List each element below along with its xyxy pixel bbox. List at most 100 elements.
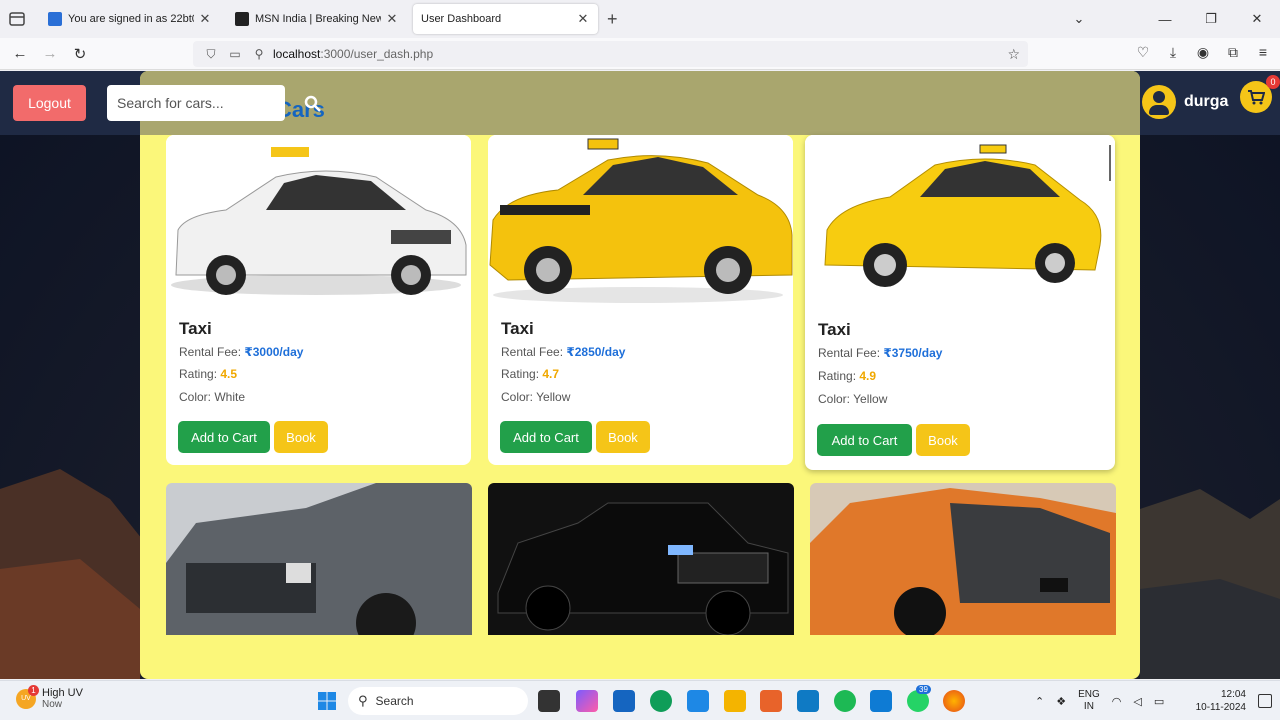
edge-icon[interactable] [650, 690, 672, 712]
window-controls: ⌄ — ❐ ✕ [1056, 0, 1280, 38]
region-code: IN [1083, 701, 1094, 712]
store-icon[interactable] [613, 690, 635, 712]
toolbar-icons: ♡ ⤓ ◉ ⧉ ≡ [1134, 44, 1272, 61]
minimize-icon[interactable]: — [1142, 12, 1188, 27]
messenger-app-icon[interactable] [797, 690, 819, 712]
permissions-icon[interactable]: ⚲ [249, 47, 269, 61]
rental-fee: Rental Fee: ₹3000/day [179, 345, 303, 359]
address-bar[interactable]: ⛉ ▭ ⚲ localhost:3000/user_dash.php ☆ [193, 41, 1028, 67]
color-value: Yellow [853, 392, 888, 406]
weather-badge: 1 [28, 684, 39, 696]
download-icon[interactable]: ⤓ [1164, 44, 1182, 61]
bookmark-star-icon[interactable]: ☆ [1007, 46, 1020, 63]
weather-widget[interactable]: UV 1 High UV Now [16, 684, 83, 710]
cars-panel: Cars Taxi Rental Fee: ₹3000/day Rating: … [140, 71, 1140, 679]
notification-icon[interactable] [1258, 694, 1272, 708]
search-icon: ⚲ [358, 693, 368, 708]
rating-value: 4.5 [220, 367, 238, 381]
book-button[interactable]: Book [274, 421, 328, 453]
back-arrow-icon[interactable]: ← [10, 45, 30, 62]
restore-icon[interactable]: ❐ [1188, 11, 1234, 27]
book-button[interactable]: Book [916, 424, 970, 456]
car-name: Taxi [818, 320, 851, 339]
rating-label: Rating: [818, 369, 857, 383]
tab-close-icon[interactable]: ✕ [576, 11, 590, 27]
rental-fee-value: ₹3750/day [883, 346, 943, 360]
tab-favicon-icon [235, 12, 249, 26]
car-color: Color: Yellow [818, 392, 887, 406]
scrollbar-thumb[interactable] [1109, 145, 1111, 181]
car-card: Taxi Rental Fee: ₹3000/day Rating: 4.5 C… [166, 135, 471, 465]
tab-close-icon[interactable]: ✕ [385, 11, 399, 27]
tab-signed-in[interactable]: You are signed in as 22bt067 ✕ [40, 4, 220, 34]
add-to-cart-button[interactable]: Add to Cart [817, 424, 912, 456]
clock[interactable]: 12:04 10-11-2024 [1192, 688, 1246, 714]
tab-title: You are signed in as 22bt067 [68, 13, 194, 25]
add-to-cart-button[interactable]: Add to Cart [500, 421, 592, 453]
reload-icon[interactable]: ↻ [70, 45, 90, 63]
weather-subtitle: Now [42, 699, 63, 710]
xampp-icon[interactable] [760, 690, 782, 712]
color-value: White [214, 390, 246, 404]
taskbar-search[interactable]: ⚲ Search [348, 687, 528, 715]
task-view-icon[interactable] [538, 690, 560, 712]
pocket-icon[interactable]: ♡ [1134, 44, 1152, 61]
windows-taskbar: UV 1 High UV Now ⚲ Search 39 ⌃ ❖ ENG IN … [0, 680, 1280, 720]
tray-overflow-chevron-icon[interactable]: ⌃ [1035, 695, 1044, 708]
new-tab-button[interactable]: + [607, 9, 618, 30]
windows-start-icon[interactable] [317, 691, 337, 711]
logout-button[interactable]: Logout [13, 85, 86, 121]
battery-icon[interactable]: ▭ [1154, 695, 1164, 708]
rating-value: 4.7 [542, 367, 560, 381]
search-input[interactable] [107, 85, 285, 121]
rental-fee-label: Rental Fee: [501, 345, 564, 359]
rental-fee-label: Rental Fee: [179, 345, 242, 359]
file-explorer-icon[interactable] [724, 690, 746, 712]
user-name[interactable]: durga [1184, 93, 1228, 111]
tab-title: User Dashboard [421, 13, 502, 25]
wifi-icon[interactable]: ◠ [1112, 695, 1122, 708]
system-tray: ⌃ ❖ ENG IN ◠ ◁ ▭ [1035, 681, 1164, 720]
menu-icon[interactable]: ≡ [1254, 44, 1272, 61]
color-value: Yellow [536, 390, 571, 404]
monitor-icon[interactable] [687, 690, 709, 712]
taskbar-search-label: Search [375, 694, 414, 708]
color-label: Color: [179, 390, 212, 404]
tab-overflow-chevron-icon[interactable]: ⌄ [1056, 11, 1102, 27]
vscode-icon[interactable] [870, 690, 892, 712]
account-icon[interactable]: ◉ [1194, 44, 1212, 61]
rental-fee-value: ₹3000/day [244, 345, 304, 359]
dropbox-icon[interactable]: ❖ [1056, 695, 1066, 708]
clock-time: 12:04 [1220, 689, 1246, 700]
page-icon[interactable]: ▭ [225, 47, 245, 61]
car-name: Taxi [179, 319, 212, 338]
rating: Rating: 4.9 [818, 369, 876, 383]
tab-user-dashboard[interactable]: User Dashboard ✕ [413, 4, 598, 34]
spotify-icon[interactable] [834, 690, 856, 712]
car-card: Taxi Rental Fee: ₹2850/day Rating: 4.7 C… [488, 135, 793, 465]
copilot-icon[interactable] [576, 690, 598, 712]
uv-icon: UV 1 [16, 684, 39, 709]
tab-close-icon[interactable]: ✕ [198, 11, 212, 27]
truck-image [810, 483, 1116, 635]
add-to-cart-button[interactable]: Add to Cart [178, 421, 270, 453]
book-button[interactable]: Book [596, 421, 650, 453]
language-indicator[interactable]: ENG IN [1078, 689, 1100, 713]
tab-list-icon[interactable] [8, 10, 26, 28]
volume-icon[interactable]: ◁ [1133, 695, 1141, 708]
close-window-icon[interactable]: ✕ [1234, 11, 1280, 27]
rating-label: Rating: [501, 367, 540, 381]
extensions-icon[interactable]: ⧉ [1224, 44, 1242, 61]
search-icon[interactable] [304, 95, 322, 113]
whatsapp-badge: 39 [916, 685, 931, 694]
language-code: ENG [1078, 689, 1100, 700]
user-avatar[interactable] [1142, 85, 1176, 119]
tab-msn[interactable]: MSN India | Breaking News, Ent ✕ [227, 4, 407, 34]
forward-arrow-icon[interactable]: → [40, 45, 60, 62]
firefox-icon[interactable] [943, 690, 965, 712]
rating-value: 4.9 [859, 369, 877, 383]
weather-title: High UV [42, 687, 83, 699]
clock-date: 10-11-2024 [1195, 702, 1246, 713]
shield-icon[interactable]: ⛉ [201, 47, 221, 62]
browser-tab-bar: You are signed in as 22bt067 ✕ MSN India… [0, 0, 1280, 38]
